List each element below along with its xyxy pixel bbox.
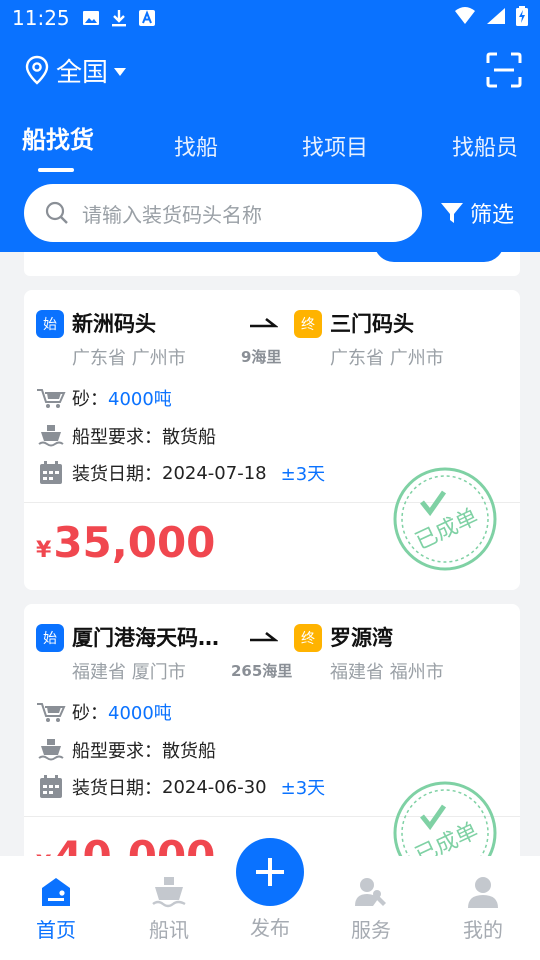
active-tab-indicator xyxy=(38,168,74,172)
signal-icon xyxy=(486,6,506,30)
tab-ship-find-cargo[interactable]: 船找货 xyxy=(22,120,94,155)
route-arrow-icon xyxy=(250,317,278,328)
ship-type-row: 船型要求： 散货船 xyxy=(36,422,508,450)
date-label: 装货日期： xyxy=(72,778,162,799)
end-badge: 终 xyxy=(294,310,322,338)
top-header: 11:25 全国 船找货 找船 找项目 找船员 请输入装货码头名称 筛选 xyxy=(0,0,540,252)
download-icon xyxy=(110,9,128,27)
route-row: 始 厦门港海天码… 终 罗源湾 xyxy=(36,622,508,656)
currency-symbol: ¥ xyxy=(36,538,52,563)
cargo-row: 砂： 4000吨 xyxy=(36,384,508,412)
search-icon xyxy=(45,201,68,224)
nav-home[interactable]: 首页 xyxy=(16,874,96,943)
font-icon xyxy=(138,9,156,27)
date-label: 装货日期： xyxy=(72,464,162,485)
ship-icon xyxy=(36,424,66,448)
start-port: 新洲码头 xyxy=(72,312,156,336)
publish-label: 发布 xyxy=(250,916,290,940)
wifi-icon xyxy=(454,6,476,30)
ship-value: 散货船 xyxy=(162,427,216,448)
home-icon xyxy=(42,878,70,906)
search-placeholder: 请输入装货码头名称 xyxy=(82,202,262,227)
cargo-label: 砂： xyxy=(72,703,108,724)
stamp-text: 已成单 xyxy=(412,504,482,555)
location-pin-icon xyxy=(25,55,49,85)
status-time: 11:25 xyxy=(12,6,70,30)
cargo-card[interactable]: 始 新洲码头 终 三门码头 广东省 广州市 9海里 广东省 广州市 砂： 400… xyxy=(24,290,520,590)
top-tabs: 船找货 找船 找项目 找船员 xyxy=(0,120,540,170)
location-label: 全国 xyxy=(56,57,109,88)
start-region: 福建省 厦门市 xyxy=(72,662,186,683)
ship-icon xyxy=(152,877,186,908)
deal-closed-stamp: 已成单 xyxy=(393,467,497,571)
region-row: 广东省 广州市 9海里 广东省 广州市 xyxy=(36,344,508,370)
chevron-down-icon xyxy=(114,68,127,76)
status-bar: 11:25 xyxy=(0,0,540,36)
date-range: ±3天 xyxy=(280,464,326,485)
plus-icon xyxy=(256,858,284,886)
search-input[interactable]: 请输入装货码头名称 xyxy=(24,184,422,242)
calendar-icon xyxy=(36,775,66,799)
cart-icon xyxy=(36,386,66,410)
nav-mine[interactable]: 我的 xyxy=(443,874,523,943)
filter-button[interactable]: 筛选 xyxy=(440,196,514,230)
publish-button[interactable] xyxy=(236,838,304,906)
gallery-icon xyxy=(82,9,100,27)
tab-find-crew[interactable]: 找船员 xyxy=(452,130,518,162)
filter-label: 筛选 xyxy=(470,203,515,228)
cargo-label: 砂： xyxy=(72,389,108,410)
cargo-value: 4000吨 xyxy=(108,389,172,410)
scan-icon[interactable] xyxy=(484,50,524,90)
distance: 9海里 xyxy=(241,348,282,366)
end-badge: 终 xyxy=(294,624,322,652)
nav-ship-news-label: 船讯 xyxy=(149,918,189,942)
end-region: 福建省 福州市 xyxy=(330,662,444,683)
ship-label: 船型要求： xyxy=(72,427,162,448)
ship-icon xyxy=(36,738,66,762)
route-arrow-icon xyxy=(250,631,278,642)
user-icon xyxy=(468,877,498,908)
ship-type-row: 船型要求： 散货船 xyxy=(36,736,508,764)
tab-find-project[interactable]: 找项目 xyxy=(302,130,368,162)
battery-icon xyxy=(516,5,528,31)
location-selector[interactable]: 全国 xyxy=(24,50,127,90)
nav-service[interactable]: 服务 xyxy=(331,874,411,943)
start-badge: 始 xyxy=(36,310,64,338)
route-row: 始 新洲码头 终 三门码头 xyxy=(36,308,508,342)
nav-home-label: 首页 xyxy=(36,918,76,942)
end-port: 罗源湾 xyxy=(330,626,393,650)
ship-label: 船型要求： xyxy=(72,741,162,762)
date-value: 2024-06-30 xyxy=(162,776,267,798)
distance: 265海里 xyxy=(231,662,293,680)
filter-icon xyxy=(441,203,463,223)
tab-find-ship[interactable]: 找船 xyxy=(174,130,218,162)
date-range: ±3天 xyxy=(280,778,326,799)
region-row: 福建省 厦门市 265海里 福建省 福州市 xyxy=(36,658,508,684)
service-icon xyxy=(355,878,386,906)
cargo-row: 砂： 4000吨 xyxy=(36,698,508,726)
start-badge: 始 xyxy=(36,624,64,652)
cart-icon xyxy=(36,700,66,724)
previous-card-peek xyxy=(24,252,520,276)
start-port: 厦门港海天码… xyxy=(72,626,219,650)
cargo-value: 4000吨 xyxy=(108,703,172,724)
end-port: 三门码头 xyxy=(330,312,414,336)
calendar-icon xyxy=(36,461,66,485)
previous-card-button[interactable] xyxy=(374,252,504,262)
ship-value: 散货船 xyxy=(162,741,216,762)
price-value: 35,000 xyxy=(53,518,216,567)
start-region: 广东省 广州市 xyxy=(72,348,186,369)
price: ¥ 35,000 xyxy=(36,518,215,567)
end-region: 广东省 广州市 xyxy=(330,348,444,369)
nav-mine-label: 我的 xyxy=(463,918,503,942)
date-value: 2024-07-18 xyxy=(162,462,267,484)
nav-service-label: 服务 xyxy=(351,918,391,942)
nav-ship-news[interactable]: 船讯 xyxy=(129,874,209,943)
